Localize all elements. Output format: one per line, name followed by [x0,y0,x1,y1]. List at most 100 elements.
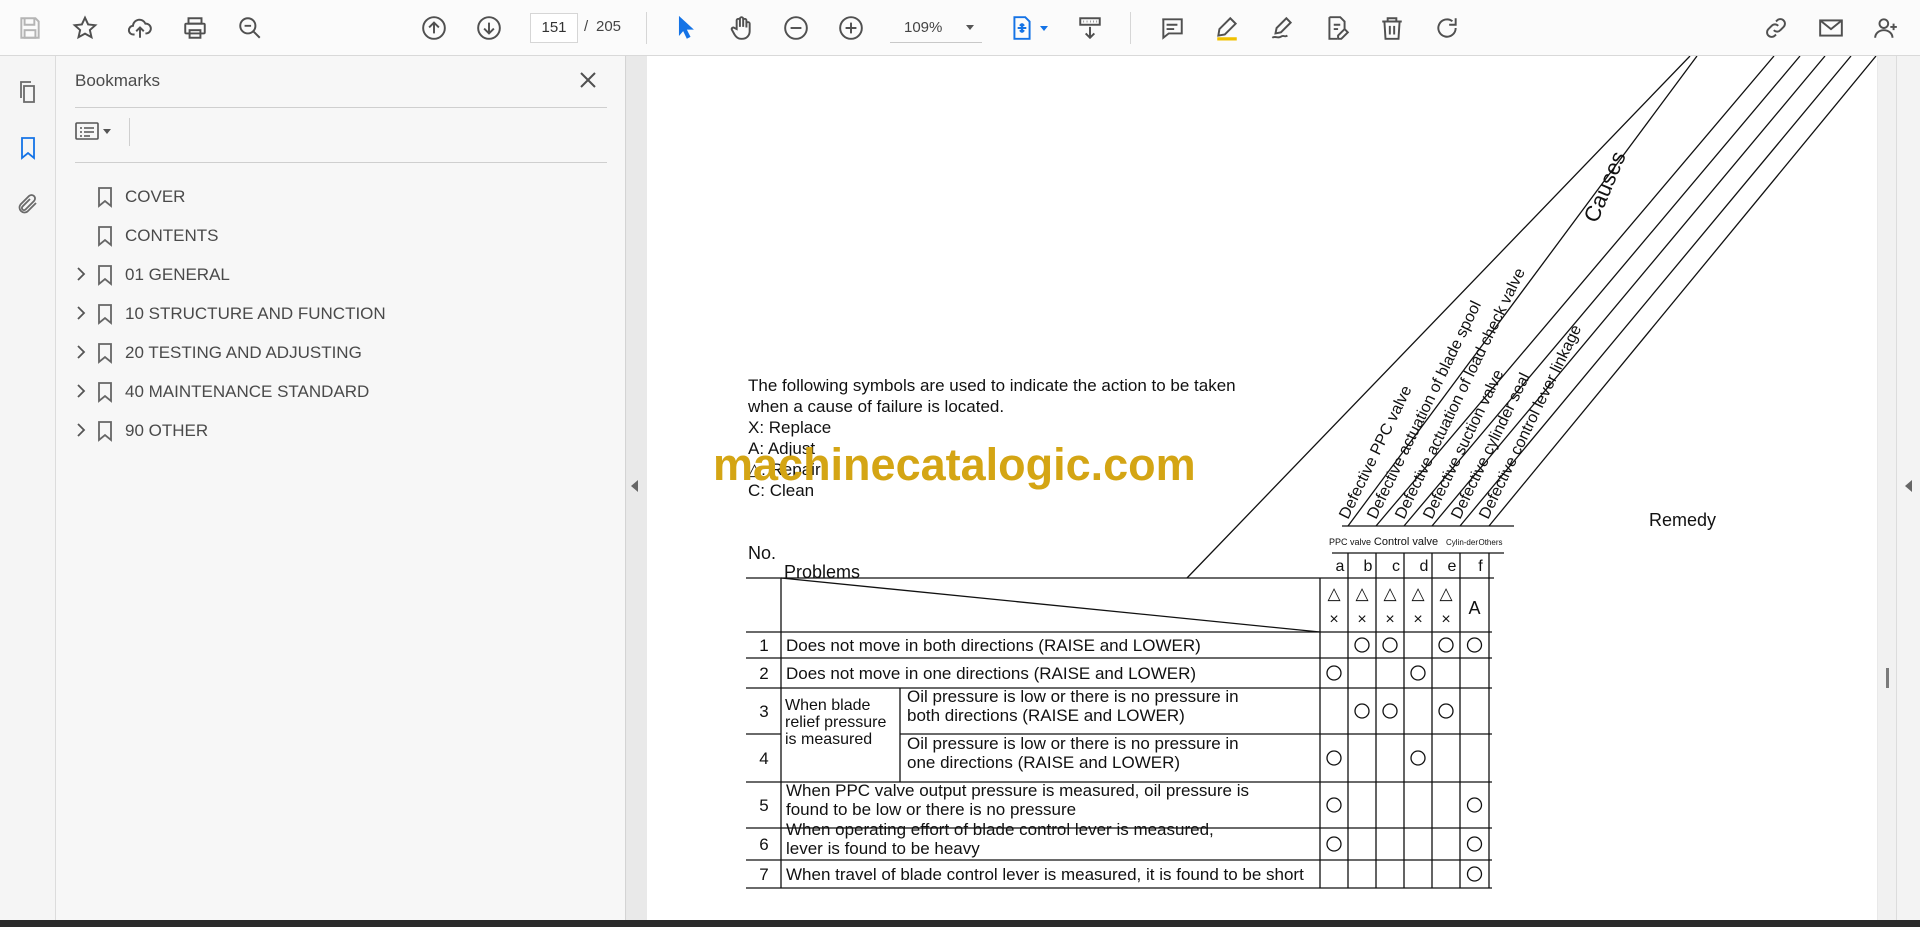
watermark: machinecatalogic.com [713,439,1196,490]
row-problem-text: Oil pressure is low or there is no press… [907,687,1239,725]
remedy-symbol-repair: △ [1439,584,1453,603]
bookmark-item[interactable]: 40 MAINTENANCE STANDARD [56,373,616,409]
select-cursor-icon[interactable] [668,10,704,46]
cause-mark-circle [1382,703,1398,719]
cause-mark-circle [1410,665,1426,681]
zoom-in-icon[interactable] [833,10,869,46]
expand-right-panel-icon[interactable] [1905,480,1912,492]
bookmark-item[interactable]: 20 TESTING AND ADJUSTING [56,334,616,370]
symbol-replace: X: Replace [748,418,831,437]
row-problem-text: When travel of blade control lever is me… [786,865,1304,884]
chevron-down-icon [966,25,974,30]
share-link-icon[interactable] [1758,10,1794,46]
cause-mark-circle [1410,750,1426,766]
page-number-input[interactable]: 151 [530,13,578,43]
bookmark-item[interactable]: CONTENTS [56,217,616,253]
row-number: 6 [759,835,768,854]
cause-mark-circle [1326,797,1342,813]
page-separator: / [584,18,589,35]
bookmark-item[interactable]: 90 OTHER [56,412,616,448]
bookmarks-panel: Bookmarks COVER CONTENTS 01 GENERAL 10 STRU… [56,56,626,920]
divider [129,118,130,146]
bookmark-icon [96,303,114,325]
zoom-search-icon[interactable] [232,10,268,46]
chevron-right-icon[interactable] [74,344,88,360]
bookmark-label: 20 TESTING AND ADJUSTING [125,343,362,362]
highlight-pen-icon[interactable] [1209,10,1245,46]
chevron-right-icon[interactable] [74,383,88,399]
cause-group-label: Control valve [1374,536,1438,548]
no-header: No. [748,543,776,563]
bookmark-item[interactable]: COVER [56,178,616,214]
draw-signature-icon[interactable] [1264,10,1300,46]
row-problem-text: Does not move in one directions (RAISE a… [786,664,1196,683]
remedy-symbol-repair: △ [1383,584,1397,603]
row-problem-text: When operating effort of blade control l… [786,820,1214,858]
bookmark-item[interactable]: 10 STRUCTURE AND FUNCTION [56,295,616,331]
row-number: 1 [759,636,768,655]
cause-letter: c [1392,558,1400,575]
row-number: 3 [759,702,768,721]
remedy-symbol-replace: × [1385,611,1394,628]
cause-mark-circle [1326,665,1342,681]
bookmarks-icon[interactable] [12,132,44,164]
bookmark-icon [96,420,114,442]
save-icon[interactable] [12,10,48,46]
cause-mark-circle [1326,836,1342,852]
document-viewport[interactable]: The following symbols are used to indica… [627,55,1920,920]
collapse-panel-left-icon[interactable] [631,480,638,492]
remedy-symbol-adjust: A [1468,598,1480,618]
remedy-symbol-repair: △ [1411,584,1425,603]
page-thumbnails-icon[interactable] [12,76,44,108]
next-page-icon[interactable] [471,10,507,46]
bookmark-label: 40 MAINTENANCE STANDARD [125,382,370,401]
vertical-scrollbar[interactable] [1878,56,1896,920]
delete-trash-icon[interactable] [1374,10,1410,46]
cause-slant-line [1488,55,1877,527]
attachments-paperclip-icon[interactable] [12,188,44,220]
zoom-level-select[interactable]: 109% [890,13,982,43]
print-icon[interactable] [177,10,213,46]
cause-mark-circle [1466,836,1483,852]
divider [75,107,607,108]
bookmark-icon [96,186,114,208]
previous-page-icon[interactable] [416,10,452,46]
zoom-out-icon[interactable] [778,10,814,46]
cause-mark-circle [1354,637,1370,653]
pdf-viewer-window: 151 / 205 109% Bookmarks COVER CONTENTS … [0,0,1920,927]
taskbar-edge [0,920,1920,927]
problem-rows: 1 Does not move in both directions (RAISE… [759,636,1304,884]
bookmark-item[interactable]: 01 GENERAL [56,256,616,292]
chevron-right-icon[interactable] [74,422,88,438]
remedy-symbol-replace: × [1357,611,1366,628]
email-icon[interactable] [1813,10,1849,46]
rotate-redo-icon[interactable] [1429,10,1465,46]
list-options-icon [75,122,99,140]
scroll-mode-icon[interactable] [1072,10,1108,46]
divider [75,162,607,163]
bookmark-options-button[interactable] [75,116,127,146]
cause-group-label: PPC valve [1329,537,1371,547]
upload-cloud-icon[interactable] [122,10,158,46]
symbols-intro-line-2: when a cause of failure is located. [747,397,1004,416]
hand-tool-icon[interactable] [723,10,759,46]
star-bookmark-icon[interactable] [67,10,103,46]
chevron-right-icon[interactable] [74,266,88,282]
fit-page-dropdown-icon[interactable] [1040,26,1048,31]
add-user-icon[interactable] [1868,10,1904,46]
cause-letter: a [1336,558,1345,575]
row-problem-text: Oil pressure is low or there is no press… [907,734,1239,772]
causes-slanted-lines [1186,55,1877,579]
close-icon[interactable] [576,68,602,94]
scrollbar-thumb[interactable] [1886,668,1889,688]
chevron-right-icon[interactable] [74,305,88,321]
bookmark-icon [96,264,114,286]
edit-text-icon[interactable] [1319,10,1355,46]
cause-group-label: Others [1478,538,1502,547]
bookmark-label: 10 STRUCTURE AND FUNCTION [125,304,386,323]
fit-page-icon[interactable] [1004,10,1040,46]
comment-icon[interactable] [1154,10,1190,46]
remedy-symbol-repair: △ [1327,584,1341,603]
cause-group-labels: PPC valve Control valve Cylin-der Others [1329,536,1503,548]
remedy-symbol-replace: × [1441,611,1450,628]
